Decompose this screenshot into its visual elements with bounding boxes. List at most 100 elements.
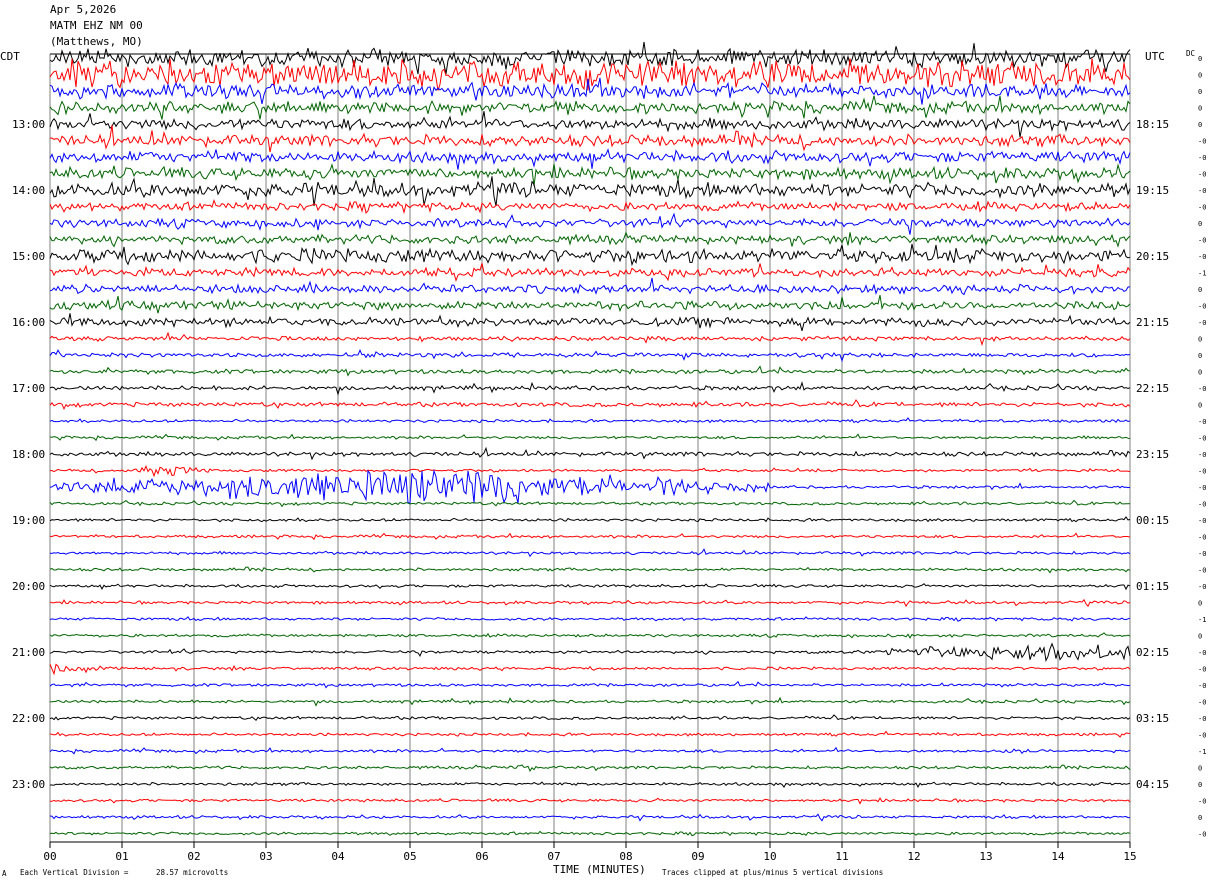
dc-offset-row-40: -0 — [1198, 715, 1206, 723]
x-tick-label-10: 10 — [763, 850, 776, 863]
x-tick-label-00: 00 — [43, 850, 56, 863]
dc-offset-row-0: 0 — [1198, 55, 1202, 63]
left-hour-label-22:00: 22:00 — [12, 712, 45, 725]
x-tick-label-07: 07 — [547, 850, 560, 863]
dc-offset-row-23: -0 — [1198, 435, 1206, 443]
trace-row-29 — [49, 532, 1131, 541]
trace-row-39 — [49, 696, 1131, 707]
x-tick-label-12: 12 — [907, 850, 920, 863]
trace-row-3 — [49, 95, 1131, 120]
right-hour-label-03:15: 03:15 — [1136, 712, 1169, 725]
trace-row-19 — [49, 365, 1131, 377]
trace-row-35 — [49, 632, 1131, 639]
dc-offset-row-33: 0 — [1198, 600, 1202, 608]
trace-row-31 — [49, 566, 1131, 574]
x-tick-label-05: 05 — [403, 850, 416, 863]
trace-row-23 — [49, 433, 1131, 442]
left-hour-label-14:00: 14:00 — [12, 184, 45, 197]
dc-offset-row-22: -0 — [1198, 418, 1206, 426]
trace-row-43 — [49, 764, 1131, 772]
dc-offset-row-10: 0 — [1198, 220, 1202, 228]
trace-row-20 — [49, 381, 1131, 396]
trace-row-18 — [49, 349, 1131, 363]
trace-row-8 — [49, 176, 1131, 207]
trace-row-2 — [49, 77, 1131, 105]
trace-row-40 — [49, 714, 1131, 722]
dc-offset-row-5: -0 — [1198, 138, 1206, 146]
right-hour-label-19:15: 19:15 — [1136, 184, 1169, 197]
dc-offset-row-19: 0 — [1198, 369, 1202, 377]
dc-offset-row-30: -0 — [1198, 550, 1206, 558]
trace-row-44 — [50, 781, 1131, 789]
dc-offset-row-44: 0 — [1198, 781, 1202, 789]
x-tick-label-04: 04 — [331, 850, 345, 863]
dc-offset-row-2: 0 — [1198, 88, 1202, 96]
right-hour-label-18:15: 18:15 — [1136, 118, 1169, 131]
dc-offset-row-47: -0 — [1198, 831, 1206, 839]
dc-offset-row-11: -0 — [1198, 237, 1206, 245]
dc-offset-row-13: -1 — [1198, 270, 1206, 278]
trace-row-11 — [49, 231, 1131, 248]
dc-offset-row-38: -0 — [1198, 682, 1206, 690]
dc-offset-row-7: -0 — [1198, 171, 1206, 179]
trace-row-21 — [49, 399, 1131, 410]
trace-row-45 — [50, 797, 1131, 805]
dc-offset-row-42: -1 — [1198, 748, 1206, 756]
left-hour-label-13:00: 13:00 — [12, 118, 45, 131]
dc-offset-row-31: -0 — [1198, 567, 1206, 575]
trace-row-26 — [49, 469, 1131, 504]
dc-offset-row-18: 0 — [1198, 352, 1202, 360]
trace-row-0 — [49, 41, 1131, 75]
dc-offset-row-12: -0 — [1198, 253, 1206, 261]
x-tick-label-03: 03 — [259, 850, 272, 863]
right-hour-label-02:15: 02:15 — [1136, 646, 1169, 659]
trace-row-33 — [49, 598, 1131, 608]
x-tick-label-13: 13 — [979, 850, 992, 863]
trace-row-38 — [49, 680, 1131, 689]
trace-row-42 — [49, 746, 1131, 755]
dc-offset-row-17: 0 — [1198, 336, 1202, 344]
dc-offset-row-27: -0 — [1198, 501, 1206, 509]
trace-row-14 — [49, 277, 1131, 296]
dc-offset-row-41: -0 — [1198, 732, 1206, 740]
right-hour-label-21:15: 21:15 — [1136, 316, 1169, 329]
trace-row-41 — [49, 730, 1131, 738]
seismic-traces — [49, 41, 1131, 837]
trace-row-17 — [49, 331, 1131, 347]
trace-row-5 — [49, 125, 1131, 153]
dc-offset-row-46: 0 — [1198, 814, 1202, 822]
trace-row-10 — [49, 212, 1131, 235]
trace-row-46 — [49, 813, 1130, 822]
dc-offset-row-24: -0 — [1198, 451, 1206, 459]
trace-row-47 — [49, 830, 1131, 837]
dc-offset-row-36: -0 — [1198, 649, 1206, 657]
helicorder-chart: 00 01 02 03 04 05 06 07 08 09 10 11 12 13 14 1513:0014:… — [12, 41, 1206, 863]
right-hour-label-01:15: 01:15 — [1136, 580, 1169, 593]
trace-row-15 — [49, 294, 1131, 314]
trace-row-25 — [49, 465, 1131, 478]
trace-row-13 — [49, 263, 1131, 282]
trace-row-22 — [49, 417, 1131, 424]
x-tick-label-06: 06 — [475, 850, 488, 863]
left-hour-label-23:00: 23:00 — [12, 778, 45, 791]
trace-row-32 — [49, 583, 1131, 591]
trace-row-4 — [49, 111, 1131, 138]
x-tick-label-02: 02 — [187, 850, 200, 863]
x-tick-label-11: 11 — [835, 850, 848, 863]
right-hour-label-20:15: 20:15 — [1136, 250, 1169, 263]
dc-offset-row-25: -0 — [1198, 468, 1206, 476]
trace-row-34 — [49, 616, 1131, 622]
x-tick-label-15: 15 — [1123, 850, 1136, 863]
left-hour-label-18:00: 18:00 — [12, 448, 45, 461]
x-tick-label-14: 14 — [1051, 850, 1065, 863]
trace-row-7 — [49, 163, 1131, 187]
clip-note: Traces clipped at plus/minus 5 vertical … — [662, 868, 884, 877]
dc-offset-row-6: -0 — [1198, 154, 1206, 162]
dc-offset-row-15: -0 — [1198, 303, 1206, 311]
trace-row-30 — [49, 548, 1131, 558]
dc-offset-row-32: -0 — [1198, 583, 1206, 591]
dc-offset-row-3: 0 — [1198, 105, 1202, 113]
dc-offset-row-1: 0 — [1198, 72, 1202, 80]
dc-offset-row-35: 0 — [1198, 633, 1202, 641]
scale-prefix: Each Vertical Division = — [20, 868, 129, 877]
